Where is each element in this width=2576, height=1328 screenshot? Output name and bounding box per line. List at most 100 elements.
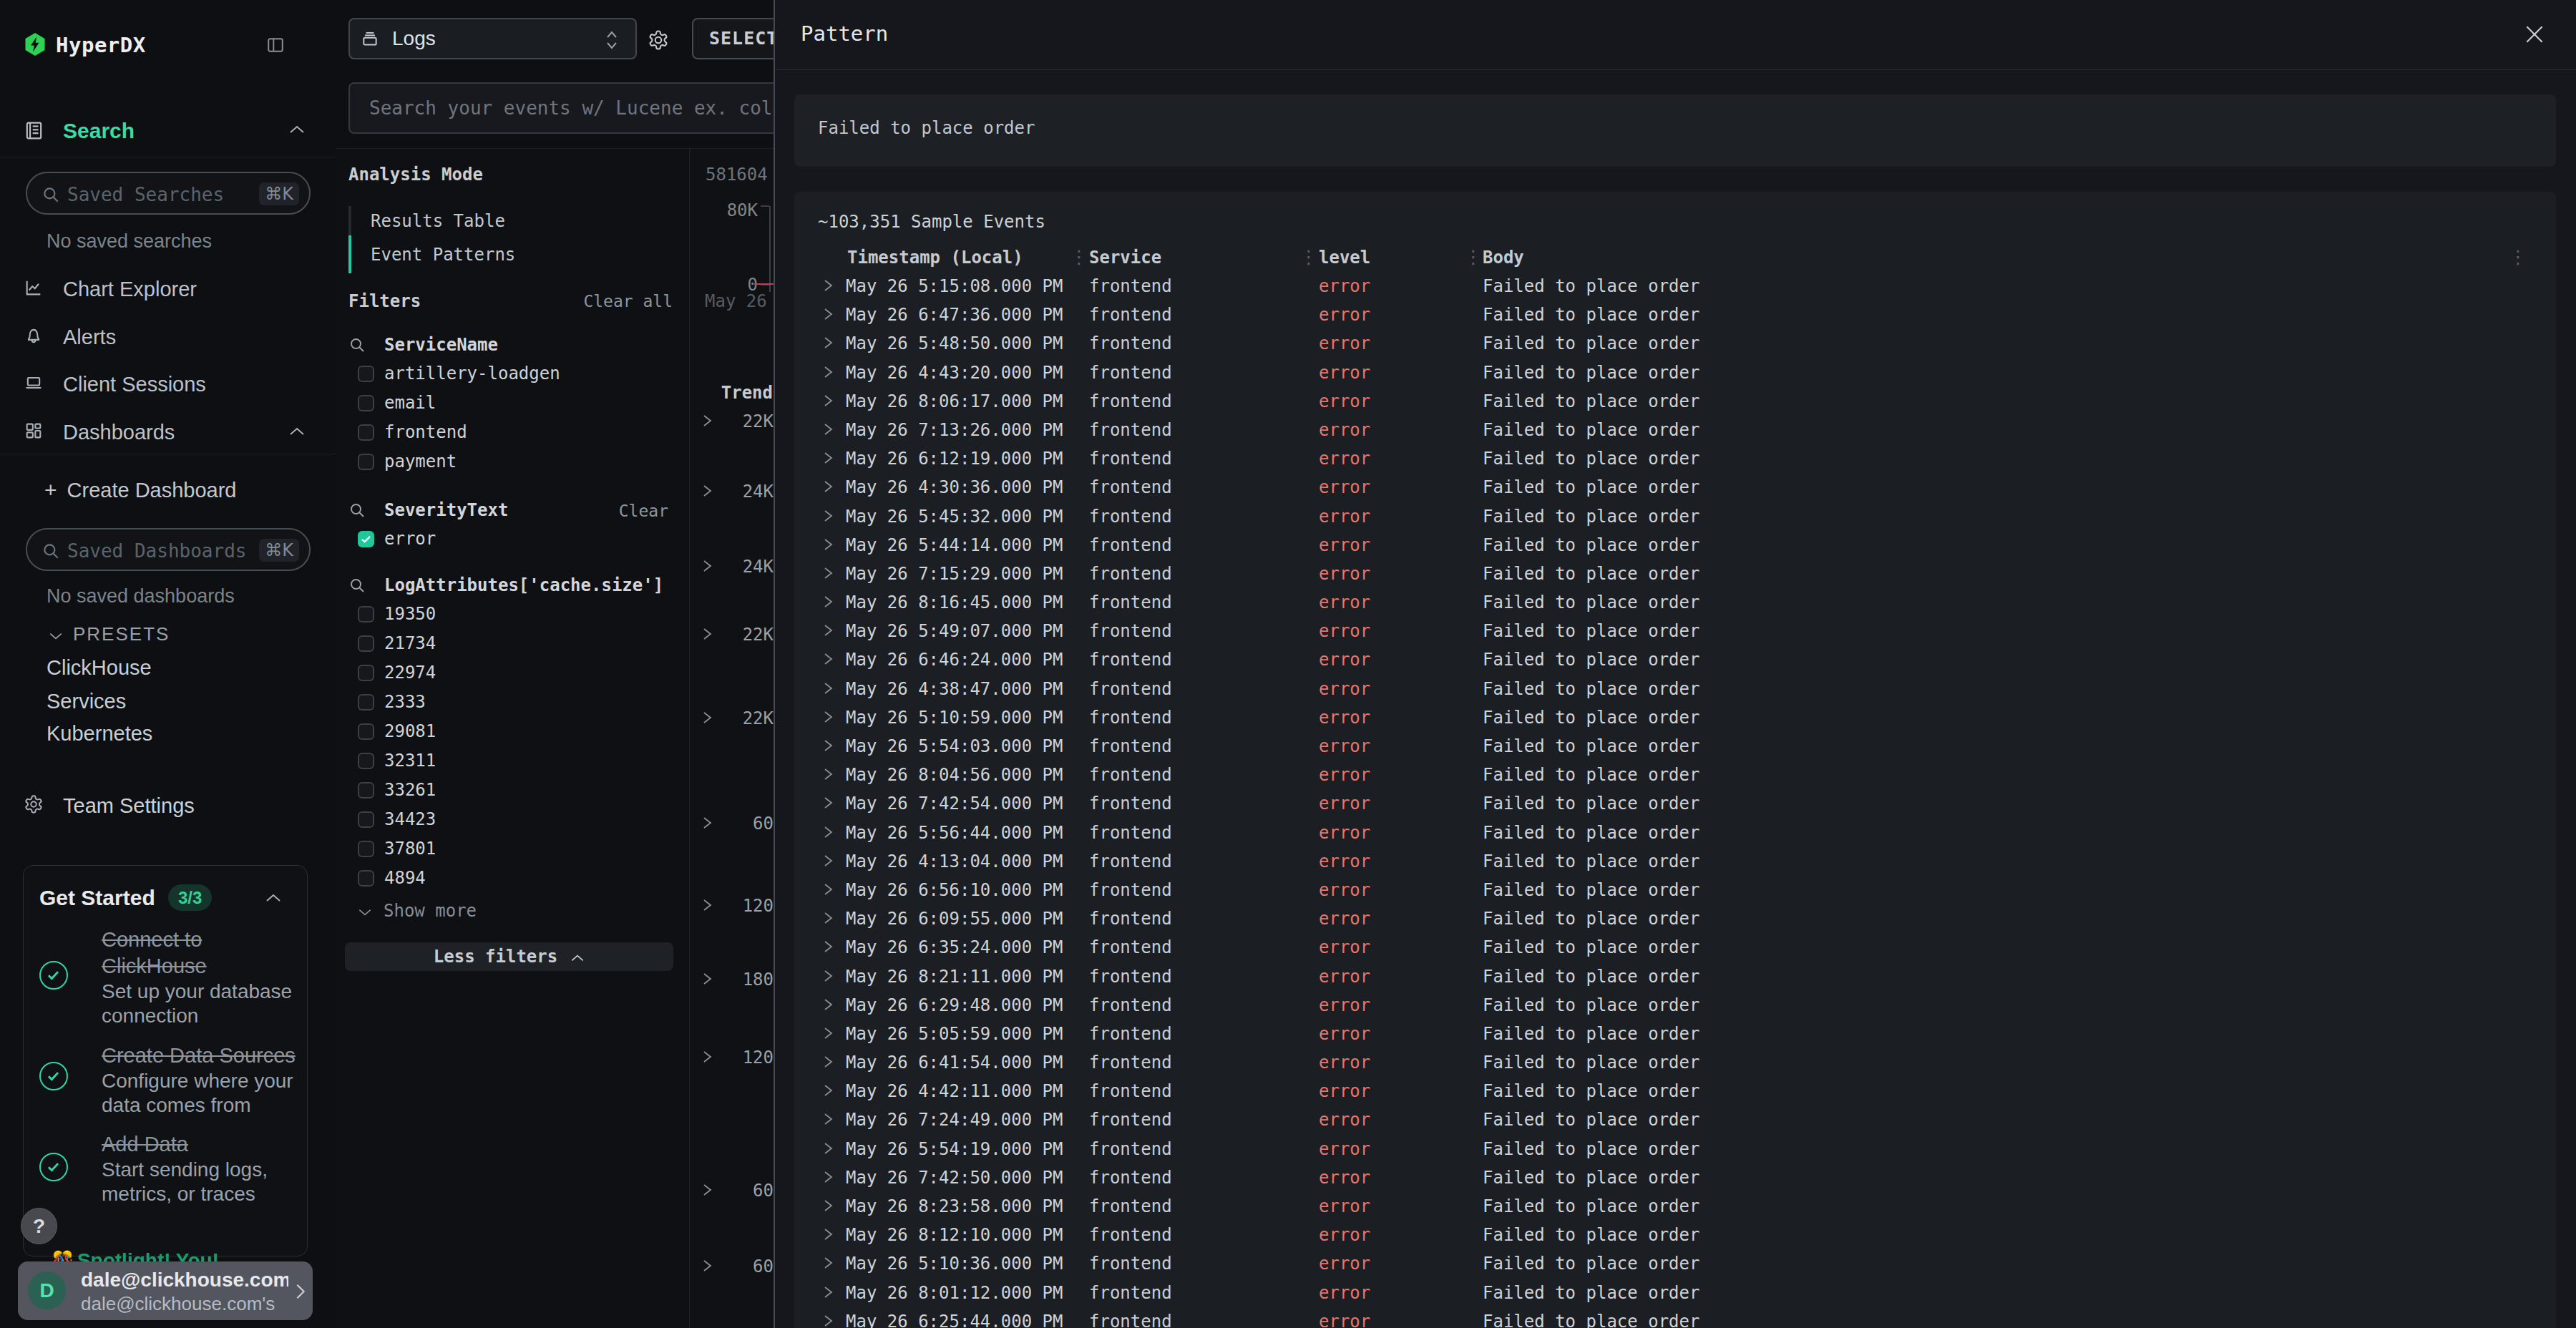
event-row[interactable]: May 26 4:43:20.000 PM frontend error Fai… [794,358,2556,387]
preset-link[interactable]: ClickHouse [47,656,152,680]
filter-checkbox[interactable]: 33261 [358,776,673,806]
event-row[interactable]: May 26 5:44:14.000 PM frontend error Fai… [794,531,2556,560]
event-row[interactable]: May 26 5:48:50.000 PM frontend error Fai… [794,329,2556,358]
preset-link[interactable]: Kubernetes [47,722,152,746]
event-row[interactable]: May 26 5:45:32.000 PM frontend error Fai… [794,502,2556,531]
event-row[interactable]: May 26 6:25:44.000 PM frontend error Fai… [794,1307,2556,1328]
event-row[interactable]: May 26 4:30:36.000 PM frontend error Fai… [794,473,2556,502]
filter-checkbox[interactable]: 2333 [358,688,673,718]
event-service: frontend [1089,621,1172,641]
col-header-body[interactable]: Body [1483,248,1524,268]
event-row[interactable]: May 26 4:13:04.000 PM frontend error Fai… [794,847,2556,876]
show-more-button[interactable]: Show more [358,901,477,921]
event-row[interactable]: May 26 6:09:55.000 PM frontend error Fai… [794,904,2556,933]
filter-checkbox[interactable]: email [358,389,673,419]
sidebar-item-search[interactable]: Search [24,119,313,145]
event-row[interactable]: May 26 5:10:59.000 PM frontend error Fai… [794,703,2556,732]
event-body: Failed to place order [1483,363,1699,383]
event-row[interactable]: May 26 6:35:24.000 PM frontend error Fai… [794,933,2556,962]
event-row[interactable]: May 26 6:56:10.000 PM frontend error Fai… [794,876,2556,904]
event-row[interactable]: May 26 5:15:08.000 PM frontend error Fai… [794,272,2556,301]
filter-option-label: 19350 [384,604,436,624]
event-row[interactable]: May 26 5:54:19.000 PM frontend error Fai… [794,1135,2556,1163]
event-row[interactable]: May 26 5:10:36.000 PM frontend error Fai… [794,1249,2556,1278]
event-level: error [1319,794,1370,814]
event-row[interactable]: May 26 7:42:54.000 PM frontend error Fai… [794,789,2556,818]
filter-checkbox[interactable]: 34423 [358,806,673,835]
filter-checkbox[interactable]: 21734 [358,630,673,659]
event-row[interactable]: May 26 8:06:17.000 PM frontend error Fai… [794,387,2556,416]
saved-dashboards-input[interactable]: Saved Dashboards ⌘K [26,528,311,571]
event-row[interactable]: May 26 6:41:54.000 PM frontend error Fai… [794,1048,2556,1077]
source-select[interactable]: Logs [348,18,637,59]
event-row[interactable]: May 26 5:56:44.000 PM frontend error Fai… [794,819,2556,847]
event-row[interactable]: May 26 7:24:49.000 PM frontend error Fai… [794,1105,2556,1134]
filter-checkbox[interactable]: payment [358,448,673,477]
filter-checkbox[interactable]: 4894 [358,864,673,894]
col-header-level[interactable]: level [1319,248,1370,268]
event-body: Failed to place order [1483,823,1699,843]
column-grip-icon[interactable]: ⋮ [1464,246,1483,268]
event-row[interactable]: May 26 8:12:10.000 PM frontend error Fai… [794,1221,2556,1249]
filter-checkbox[interactable]: 32311 [358,747,673,776]
user-account-button[interactable]: D dale@clickhouse.com dale@clickhouse.co… [18,1261,313,1320]
event-row[interactable]: May 26 5:54:03.000 PM frontend error Fai… [794,732,2556,761]
event-row[interactable]: May 26 5:05:59.000 PM frontend error Fai… [794,1020,2556,1048]
filter-checkbox[interactable]: frontend [358,419,673,448]
column-grip-icon[interactable]: ⋮ [1070,246,1088,268]
event-body: Failed to place order [1483,909,1699,929]
get-started-header[interactable]: Get Started 3/3 [39,884,291,913]
filter-checkbox-checked[interactable]: error [358,525,673,555]
filter-checkbox[interactable]: 37801 [358,835,673,864]
chevron-right-icon [821,423,834,436]
event-row[interactable]: May 26 8:21:11.000 PM frontend error Fai… [794,962,2556,991]
pattern-count: 180 [743,970,774,990]
sidebar-item-client-sessions[interactable]: Client Sessions [24,373,313,397]
preset-link[interactable]: Services [47,690,126,713]
event-row[interactable]: May 26 4:42:11.000 PM frontend error Fai… [794,1077,2556,1105]
mode-event-patterns[interactable]: Event Patterns [371,245,515,265]
event-row[interactable]: May 26 7:42:50.000 PM frontend error Fai… [794,1163,2556,1192]
source-settings-gear-icon[interactable] [648,29,669,51]
event-row[interactable]: May 26 8:23:58.000 PM frontend error Fai… [794,1192,2556,1221]
help-button[interactable]: ? [21,1208,57,1244]
saved-searches-input[interactable]: Saved Searches ⌘K [26,172,311,215]
event-row[interactable]: May 26 8:04:56.000 PM frontend error Fai… [794,761,2556,789]
filter-checkbox[interactable]: 29081 [358,718,673,747]
event-row[interactable]: May 26 4:38:47.000 PM frontend error Fai… [794,675,2556,703]
event-row[interactable]: May 26 7:15:29.000 PM frontend error Fai… [794,560,2556,588]
col-header-service[interactable]: Service [1089,248,1161,268]
event-row[interactable]: May 26 6:12:19.000 PM frontend error Fai… [794,444,2556,473]
sidebar-item-team-settings[interactable]: Team Settings [24,794,313,819]
create-dashboard-button[interactable]: +Create Dashboard [44,478,237,502]
sidebar-item-alerts[interactable]: Alerts [24,326,313,350]
close-icon[interactable] [2523,23,2546,46]
event-service: frontend [1089,420,1172,440]
sidebar-item-dashboards[interactable]: Dashboards [24,421,313,445]
event-row[interactable]: May 26 5:49:07.000 PM frontend error Fai… [794,617,2556,645]
filter-checkbox[interactable]: 19350 [358,600,673,630]
sidebar-item-chart-explorer[interactable]: Chart Explorer [24,278,313,302]
filter-checkbox[interactable]: artillery-loadgen [358,360,673,389]
event-row[interactable]: May 26 8:01:12.000 PM frontend error Fai… [794,1279,2556,1307]
column-grip-icon[interactable]: ⋮ [1299,246,1318,268]
col-header-timestamp[interactable]: Timestamp (Local) [847,248,1023,268]
event-row[interactable]: May 26 6:46:24.000 PM frontend error Fai… [794,645,2556,674]
event-row[interactable]: May 26 6:29:48.000 PM frontend error Fai… [794,991,2556,1020]
event-level: error [1319,708,1370,728]
event-row[interactable]: May 26 8:16:45.000 PM frontend error Fai… [794,588,2556,617]
event-timestamp: May 26 8:04:56.000 PM [846,765,1063,785]
event-timestamp: May 26 7:42:54.000 PM [846,794,1063,814]
clear-all-filters-button[interactable]: Clear all [583,292,673,311]
less-filters-button[interactable]: Less filters [345,942,673,971]
user-team: dale@clickhouse.com's [81,1293,288,1315]
event-row[interactable]: May 26 7:13:26.000 PM frontend error Fai… [794,416,2556,444]
clear-severity-button[interactable]: Clear [619,502,668,520]
presets-toggle[interactable]: PRESETS [49,623,170,645]
logs-source-icon [361,30,379,49]
event-row[interactable]: May 26 6:47:36.000 PM frontend error Fai… [794,301,2556,329]
column-grip-icon[interactable]: ⋮ [2509,246,2527,268]
filter-checkbox[interactable]: 22974 [358,659,673,688]
sidebar-collapse-icon[interactable] [266,36,285,54]
mode-results-table[interactable]: Results Table [371,211,505,231]
